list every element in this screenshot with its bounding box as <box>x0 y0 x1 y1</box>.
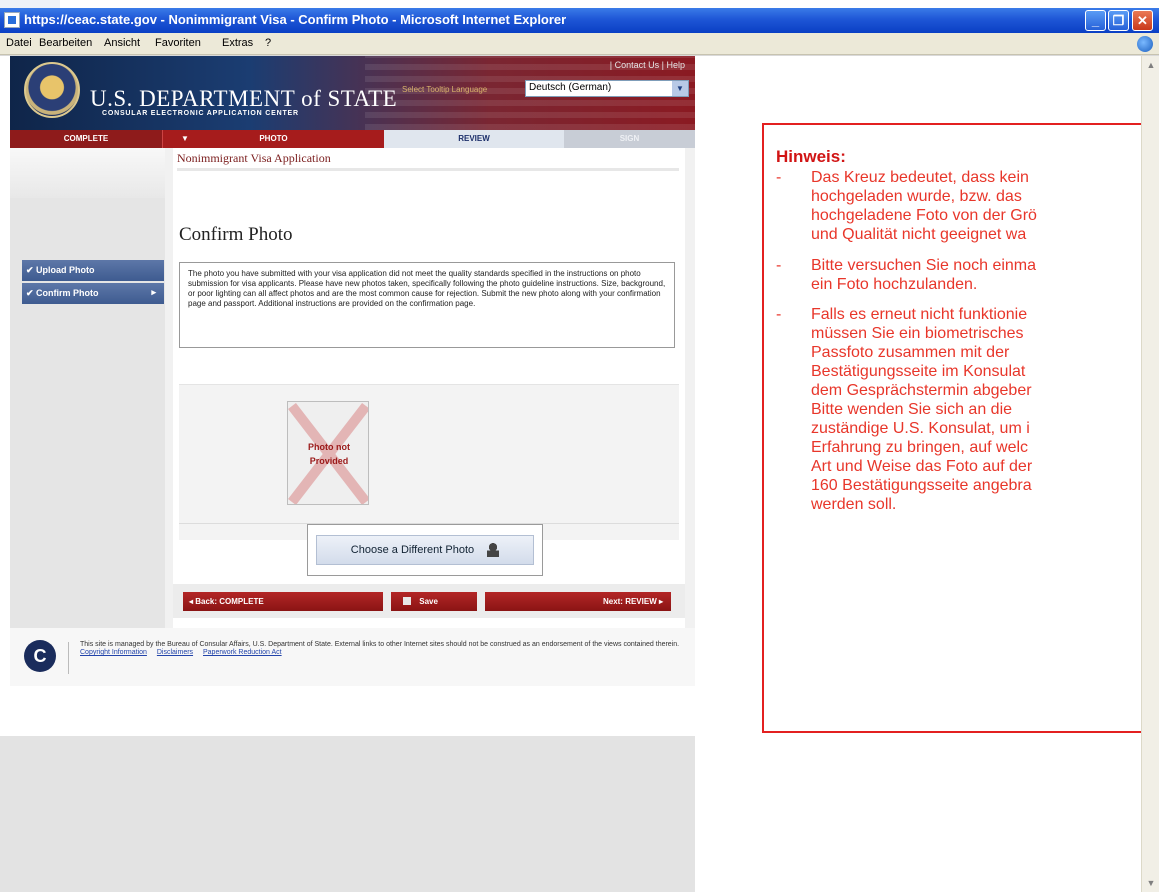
consular-logo-icon: C <box>24 640 56 672</box>
tab-photo-label: PHOTO <box>259 134 288 143</box>
menu-bar: Datei Bearbeiten Ansicht Favoriten Extra… <box>0 33 1159 55</box>
navigation-row: ◂ Back: COMPLETE Save Next: REVIEW ▸ <box>173 584 685 618</box>
hinweis-item-text: Falls es erneut nicht funktionie müssen … <box>811 306 1033 513</box>
bullet-dash: - <box>776 306 782 323</box>
ceac-page: U.S. DEPARTMENT of STATE CONSULAR ELECTR… <box>0 56 695 736</box>
tab-review[interactable]: REVIEW <box>384 130 564 148</box>
sidebar: ✔ Upload Photo ✔ Confirm Photo ▸ <box>10 148 165 628</box>
tab-sign: SIGN <box>564 130 695 148</box>
photo-provided-line: Provided <box>309 456 349 466</box>
department-name: U.S. DEPARTMENT of STATE <box>90 86 398 111</box>
chevron-down-icon[interactable]: ▼ <box>672 81 688 96</box>
photo-not-provided-text: Photo not Provided <box>288 440 368 468</box>
person-icon <box>487 543 500 558</box>
browser-viewport: U.S. DEPARTMENT of STATE CONSULAR ELECTR… <box>0 56 1141 892</box>
scroll-up-arrow-icon[interactable]: ▲ <box>1144 58 1158 72</box>
maximize-button[interactable]: ❐ <box>1108 10 1129 31</box>
main-content: Nonimmigrant Visa Application Confirm Ph… <box>173 148 685 628</box>
ie-throbber-icon <box>1137 36 1153 52</box>
menu-bearbeiten[interactable]: Bearbeiten <box>39 37 92 49</box>
tab-photo[interactable]: ▼ PHOTO <box>162 130 384 148</box>
language-value: Deutsch (German) <box>529 82 612 93</box>
bullet-dash: - <box>776 257 782 274</box>
vertical-scrollbar[interactable]: ▲ ▼ <box>1141 56 1159 892</box>
photo-panel: Photo not Provided <box>179 384 679 540</box>
hinweis-item-text: Bitte versuchen Sie noch einma ein Foto … <box>811 257 1037 293</box>
copyright-link[interactable]: Copyright Information <box>80 649 147 656</box>
hinweis-item: - Falls es erneut nicht funktionie müsse… <box>776 305 1146 585</box>
save-button[interactable]: Save <box>391 592 477 611</box>
choose-different-photo-button[interactable]: Choose a Different Photo <box>316 535 534 565</box>
footer: C This site is managed by the Bureau of … <box>10 628 695 686</box>
sidebar-item-label: ✔ Confirm Photo <box>26 288 99 298</box>
back-button[interactable]: ◂ Back: COMPLETE <box>183 592 383 611</box>
page-body: ✔ Upload Photo ✔ Confirm Photo ▸ Nonimmi… <box>10 148 695 628</box>
language-label: Select Tooltip Language <box>402 85 488 94</box>
menu-datei[interactable]: Datei <box>6 37 32 49</box>
site-banner: U.S. DEPARTMENT of STATE CONSULAR ELECTR… <box>10 56 695 130</box>
hinweis-title: Hinweis: <box>776 147 846 166</box>
step-tabs: COMPLETE ▼ PHOTO REVIEW SIGN <box>10 130 695 148</box>
next-button[interactable]: Next: REVIEW ▸ <box>485 592 671 611</box>
menu-favoriten[interactable]: Favoriten <box>155 37 201 49</box>
photo-not-line: Photo not <box>308 442 350 452</box>
tab-complete[interactable]: COMPLETE <box>10 130 162 148</box>
footer-disclaimer: This site is managed by the Bureau of Co… <box>80 641 680 648</box>
menu-help[interactable]: ? <box>265 37 271 49</box>
title-strip <box>0 0 60 8</box>
sidebar-header <box>10 148 165 198</box>
save-label: Save <box>419 597 438 606</box>
chevron-right-icon: ▸ <box>151 287 156 297</box>
bullet-dash: - <box>776 169 782 186</box>
footer-text: This site is managed by the Bureau of Co… <box>80 641 680 657</box>
window-titlebar: https://ceac.state.gov - Nonimmigrant Vi… <box>0 0 1159 33</box>
choose-photo-frame: Choose a Different Photo <box>307 524 543 576</box>
ceac-name: CONSULAR ELECTRONIC APPLICATION CENTER <box>102 110 299 117</box>
photo-rejection-message: The photo you have submitted with your v… <box>179 262 675 348</box>
footer-separator <box>68 642 69 674</box>
hinweis-item: - Bitte versuchen Sie noch einma ein Fot… <box>776 256 1146 296</box>
scroll-down-arrow-icon[interactable]: ▼ <box>1144 876 1158 890</box>
current-step-arrow-icon: ▼ <box>181 134 189 143</box>
sidebar-item-confirm-photo[interactable]: ✔ Confirm Photo ▸ <box>22 283 164 304</box>
breadcrumb: Nonimmigrant Visa Application <box>177 151 331 165</box>
menu-ansicht[interactable]: Ansicht <box>104 37 140 49</box>
disclaimers-link[interactable]: Disclaimers <box>157 649 193 656</box>
save-disk-icon <box>403 597 411 605</box>
contact-help-links[interactable]: | Contact Us | Help <box>610 60 685 70</box>
page-background <box>0 736 695 892</box>
photo-placeholder: Photo not Provided <box>287 401 369 505</box>
sidebar-item-upload-photo[interactable]: ✔ Upload Photo <box>22 260 164 281</box>
paperwork-reduction-link[interactable]: Paperwork Reduction Act <box>203 649 282 656</box>
ie-page-icon <box>4 12 20 28</box>
language-select[interactable]: Deutsch (German) ▼ <box>525 80 689 97</box>
breadcrumb-divider <box>177 168 679 171</box>
state-department-seal-icon <box>24 62 80 118</box>
hinweis-annotation-box: Hinweis: - Das Kreuz bedeutet, dass kein… <box>762 123 1141 733</box>
choose-photo-label: Choose a Different Photo <box>350 544 475 556</box>
window-title: https://ceac.state.gov - Nonimmigrant Vi… <box>24 12 567 27</box>
close-button[interactable]: ✕ <box>1132 10 1153 31</box>
hinweis-item-text: Das Kreuz bedeutet, dass kein hochgelade… <box>811 169 1037 243</box>
page-title: Confirm Photo <box>179 224 293 245</box>
minimize-button[interactable]: _ <box>1085 10 1106 31</box>
menu-extras[interactable]: Extras <box>222 37 253 49</box>
hinweis-item: - Das Kreuz bedeutet, dass kein hochgela… <box>776 168 1146 248</box>
